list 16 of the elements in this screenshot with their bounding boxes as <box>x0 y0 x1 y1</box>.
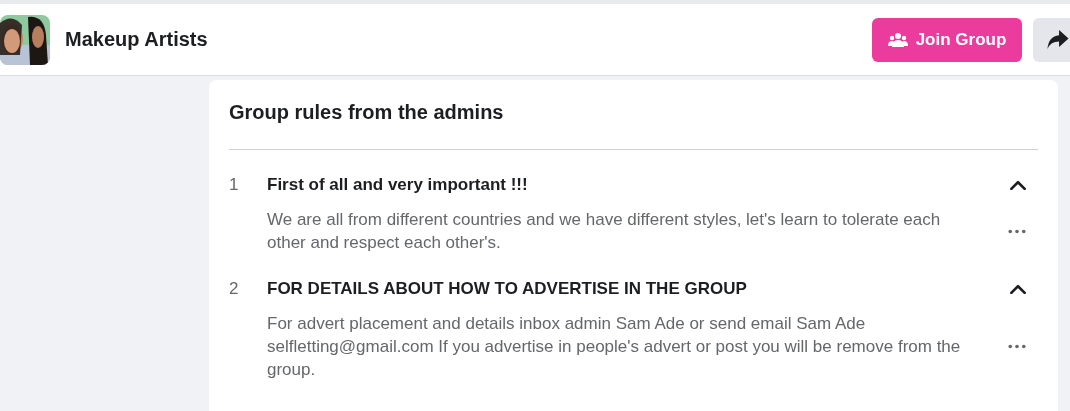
rule-number: 2 <box>229 279 240 299</box>
rule-text: We are all from different countries and we have different styles, let's learn to tolerate each other and respect each other's. <box>267 209 942 254</box>
card-title: Group rules from the admins <box>229 100 505 125</box>
chevron-up-icon[interactable] <box>1010 284 1026 294</box>
chevron-up-icon[interactable] <box>1010 180 1026 190</box>
share-button[interactable] <box>1033 17 1070 62</box>
more-options-icon[interactable] <box>1008 228 1026 234</box>
rule-text: For advert placement and details inbox admin Sam Ade or send email Sam Ade selfletting@gmail.com If you advertise in people's advert or post you will be remove from the group. <box>267 313 962 381</box>
join-group-button[interactable]: Join Group <box>872 17 1022 62</box>
rule-title[interactable]: First of all and very important !!! <box>267 175 1010 195</box>
people-icon <box>887 31 908 48</box>
share-arrow-icon <box>1047 30 1069 49</box>
rule-title[interactable]: FOR DETAILS ABOUT HOW TO ADVERTISE IN THE GROUP <box>267 279 1010 299</box>
group-name: Makeup Artists <box>65 28 209 51</box>
more-options-icon[interactable] <box>1008 344 1026 349</box>
rule-number: 1 <box>229 175 240 195</box>
